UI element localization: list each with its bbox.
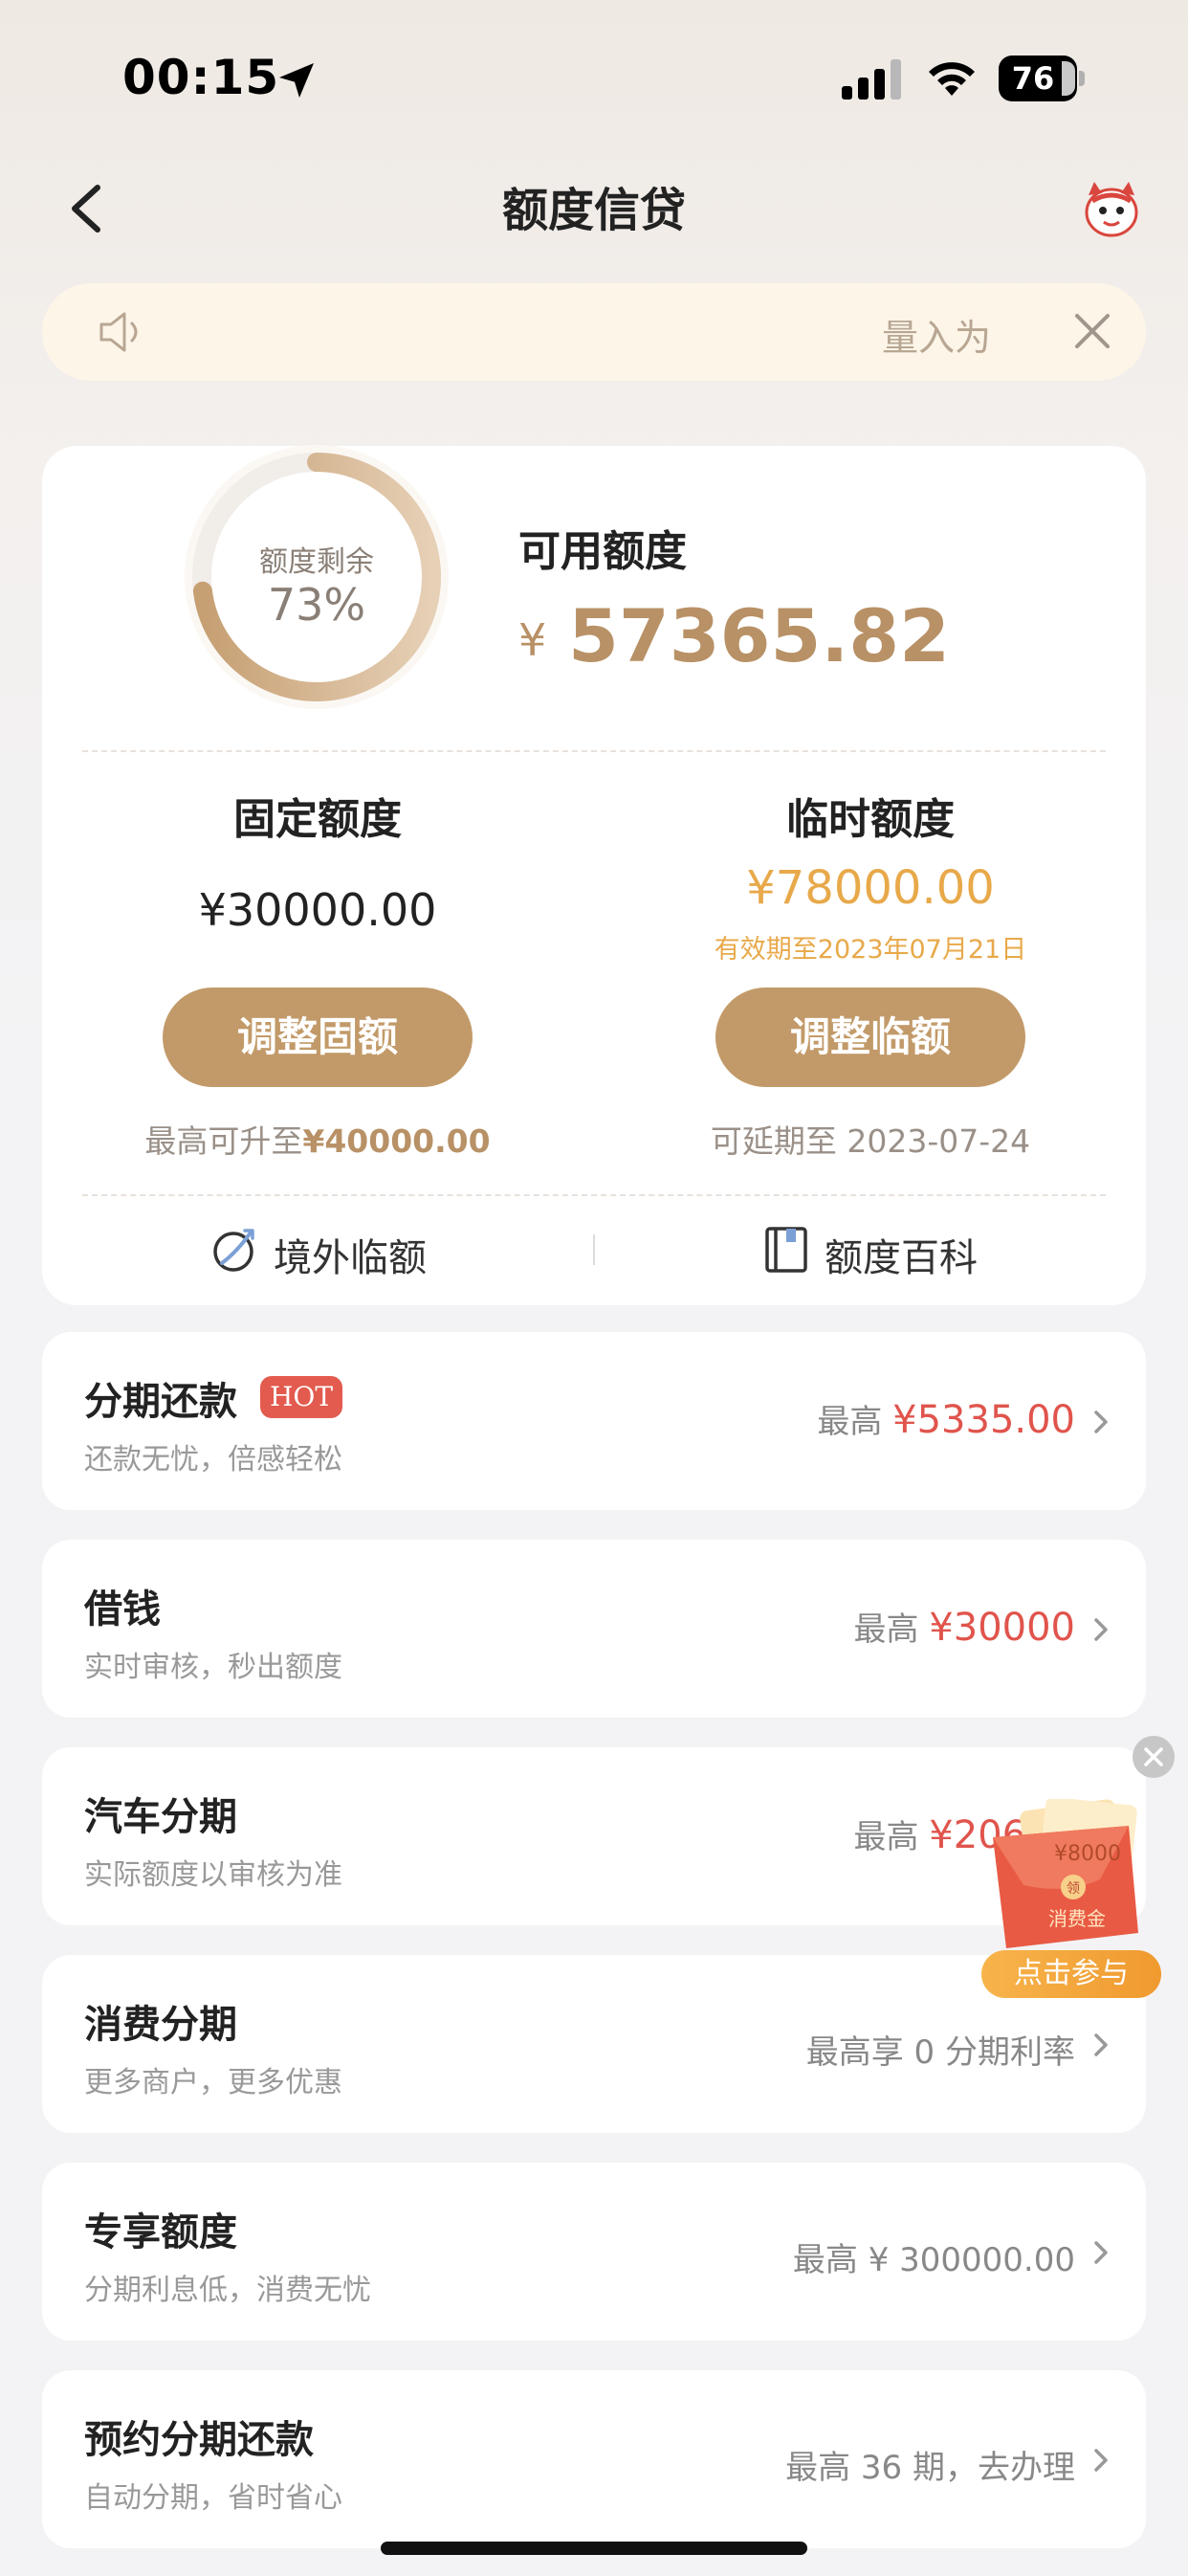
list-item-value: 最高 ¥ 300000.00 bbox=[792, 2241, 1075, 2279]
mascot-avatar-icon[interactable] bbox=[1079, 176, 1144, 241]
list-item-value: 最高享 0 分期利率 bbox=[805, 2033, 1075, 2072]
overseas-globe-icon bbox=[213, 1229, 254, 1272]
list-item-prefix: 最高 bbox=[853, 1610, 919, 1649]
hot-badge: HOT bbox=[260, 1376, 342, 1418]
cellular-signal-icon bbox=[842, 59, 901, 100]
list-item-subtitle: 还款无忧，倍感轻松 bbox=[84, 1443, 342, 1477]
home-indicator bbox=[381, 2542, 807, 2555]
red-envelope-promo-icon[interactable]: 领 ¥8000 消费金 bbox=[985, 1799, 1148, 1952]
list-item-amount: ¥5335.00 bbox=[892, 1398, 1075, 1442]
list-item-subtitle: 更多商户，更多优惠 bbox=[84, 2066, 342, 2099]
list-item-prefix: 最高 bbox=[817, 1403, 883, 1441]
available-credit-label: 可用额度 bbox=[518, 527, 687, 576]
fixed-credit-amount: ¥30000.00 bbox=[198, 884, 437, 936]
chevron-right-icon bbox=[1094, 2449, 1108, 2472]
credit-encyclopedia-link[interactable]: 额度百科 bbox=[825, 1227, 978, 1282]
fixed-credit-title: 固定额度 bbox=[233, 795, 402, 844]
divider bbox=[82, 1194, 1106, 1196]
wifi-icon bbox=[929, 62, 975, 96]
list-item-subtitle: 实时审核，秒出额度 bbox=[84, 1651, 342, 1684]
chevron-right-icon bbox=[1094, 2241, 1108, 2264]
speaker-icon bbox=[99, 312, 138, 352]
chevron-right-icon bbox=[1094, 1618, 1108, 1641]
list-item-title: 预约分期还款 bbox=[84, 2418, 314, 2462]
fixed-credit-note: 最高可升至¥40000.00 bbox=[50, 1116, 585, 1162]
status-time: 00:15 bbox=[122, 50, 280, 105]
notice-text: 量入为 bbox=[881, 317, 991, 359]
temporary-credit-amount: ¥78000.00 bbox=[746, 861, 995, 915]
list-item-title: 专享额度 bbox=[84, 2210, 237, 2254]
battery-icon: 76 bbox=[999, 56, 1085, 101]
adjust-temporary-credit-button[interactable]: 调整临额 bbox=[715, 988, 1025, 1087]
close-icon[interactable] bbox=[1071, 310, 1113, 352]
ring-percent: 73% bbox=[267, 579, 366, 631]
chevron-right-icon bbox=[1094, 2033, 1108, 2056]
fixed-note-value: ¥40000.00 bbox=[302, 1122, 491, 1160]
list-item-subtitle: 分期利息低，消费无忧 bbox=[84, 2274, 371, 2307]
svg-text:领: 领 bbox=[1067, 1881, 1080, 1897]
list-item-title: 消费分期 bbox=[84, 2003, 237, 2047]
list-item-subtitle: 实际额度以审核为准 bbox=[84, 1858, 342, 1892]
list-item-value: 最高 36 期，去办理 bbox=[785, 2449, 1075, 2487]
overseas-credit-link[interactable]: 境外临额 bbox=[274, 1227, 427, 1282]
list-item-value: 最高 ¥5335.00 bbox=[817, 1395, 1075, 1442]
chevron-right-icon bbox=[1094, 1410, 1108, 1433]
temporary-credit-validity: 有效期至2023年07月21日 bbox=[714, 935, 1027, 965]
promo-amount: ¥8000 bbox=[1054, 1842, 1121, 1866]
divider bbox=[82, 750, 1106, 752]
promo-join-button[interactable]: 点击参与 bbox=[981, 1950, 1161, 1998]
page-title: 额度信贷 bbox=[501, 184, 686, 237]
temporary-credit-note: 可延期至 2023-07-24 bbox=[710, 1122, 1031, 1160]
fixed-note-prefix: 最高可升至 bbox=[144, 1122, 303, 1160]
adjust-fixed-credit-button[interactable]: 调整固额 bbox=[163, 988, 473, 1087]
battery-level: 76 bbox=[1011, 60, 1055, 97]
list-item-prefix: 最高 bbox=[853, 1818, 919, 1856]
list-item-title: 汽车分期 bbox=[84, 1795, 237, 1839]
location-arrow-icon bbox=[279, 63, 314, 98]
promo-close-icon[interactable] bbox=[1133, 1736, 1175, 1778]
list-item-value: 最高 ¥30000 bbox=[853, 1603, 1075, 1650]
promo-label: 消费金 bbox=[1048, 1907, 1106, 1930]
currency-symbol: ¥ bbox=[518, 614, 547, 666]
list-item-amount: ¥30000 bbox=[929, 1606, 1075, 1650]
available-credit-amount: 57365.82 bbox=[568, 593, 951, 678]
book-icon bbox=[765, 1227, 807, 1273]
temporary-credit-title: 临时额度 bbox=[786, 795, 955, 844]
list-item-title: 借钱 bbox=[84, 1588, 161, 1632]
ring-label: 额度剩余 bbox=[259, 545, 374, 579]
list-item-title: 分期还款 bbox=[84, 1380, 237, 1424]
list-item-subtitle: 自动分期，省时省心 bbox=[84, 2481, 342, 2515]
vertical-divider bbox=[593, 1234, 595, 1265]
